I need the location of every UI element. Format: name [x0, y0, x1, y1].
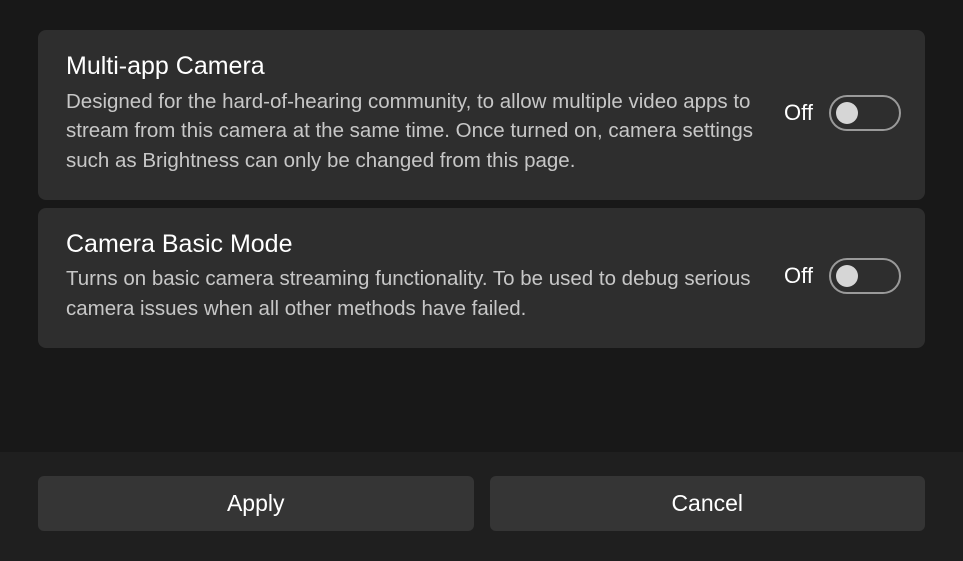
toggle-area: Off — [784, 258, 901, 294]
toggle-area: Off — [784, 95, 901, 131]
toggle-knob — [836, 102, 858, 124]
setting-text-block: Multi-app Camera Designed for the hard-o… — [66, 50, 760, 176]
cancel-button[interactable]: Cancel — [490, 476, 926, 531]
setting-card-camera-basic-mode: Camera Basic Mode Turns on basic camera … — [38, 208, 925, 348]
setting-title: Multi-app Camera — [66, 50, 760, 83]
toggle-state-label: Off — [784, 100, 813, 126]
toggle-knob — [836, 265, 858, 287]
dialog-footer: Apply Cancel — [0, 452, 963, 561]
camera-basic-mode-toggle[interactable] — [829, 258, 901, 294]
setting-description: Designed for the hard-of-hearing communi… — [66, 87, 760, 176]
settings-list: Multi-app Camera Designed for the hard-o… — [38, 30, 925, 348]
setting-text-block: Camera Basic Mode Turns on basic camera … — [66, 228, 760, 324]
setting-description: Turns on basic camera streaming function… — [66, 264, 760, 323]
multi-app-camera-toggle[interactable] — [829, 95, 901, 131]
setting-title: Camera Basic Mode — [66, 228, 760, 261]
toggle-state-label: Off — [784, 263, 813, 289]
spacer — [38, 348, 925, 452]
setting-card-multi-app-camera: Multi-app Camera Designed for the hard-o… — [38, 30, 925, 200]
apply-button[interactable]: Apply — [38, 476, 474, 531]
